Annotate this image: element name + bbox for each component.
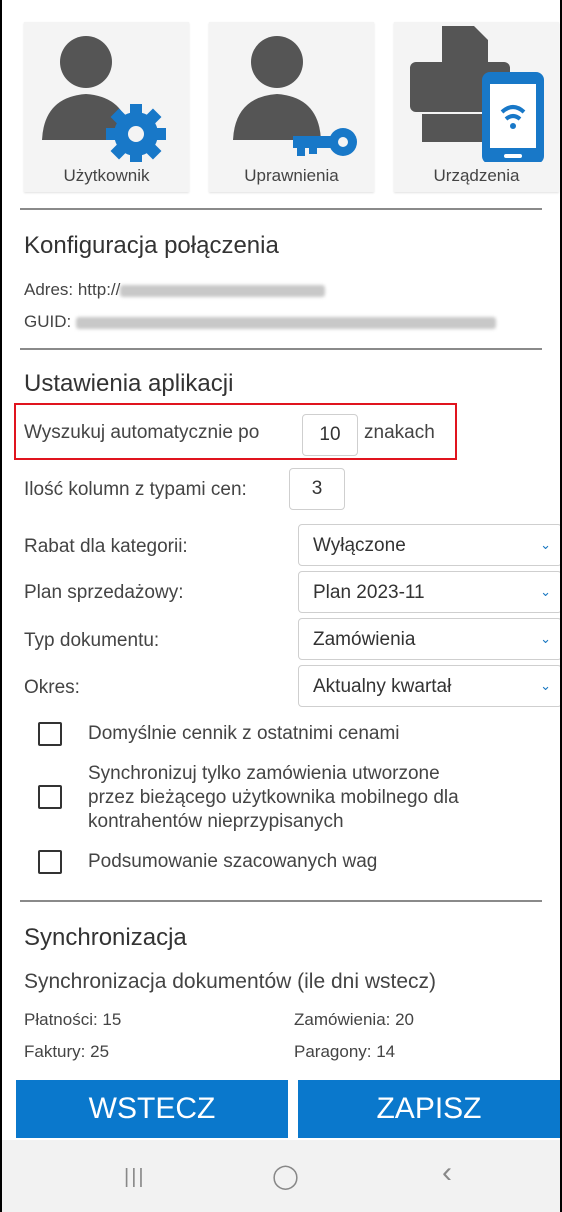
document-type-label: Typ dokumentu: [24, 630, 160, 651]
sync-own-orders-label-line: Synchronizuj tylko zamówienia utworzone [88, 763, 440, 784]
recent-apps-icon[interactable]: ||| [124, 1166, 146, 1189]
sync-title: Synchronizacja [24, 924, 187, 951]
default-pricelist-checkbox[interactable] [38, 722, 62, 746]
sync-subtitle: Synchronizacja dokumentów (ile dni wstec… [24, 970, 437, 993]
divider [20, 348, 542, 350]
user-gear-icon [42, 36, 166, 162]
chevron-down-icon: ⌄ [540, 537, 551, 552]
guid-label: GUID: [24, 312, 76, 331]
discount-label: Rabat dla kategorii: [24, 536, 188, 557]
sync-own-orders-checkbox[interactable] [38, 785, 62, 809]
tile-devices[interactable]: Urządzenia [394, 22, 559, 192]
sync-receipts: Paragony: 14 [294, 1042, 396, 1061]
divider [20, 900, 542, 902]
guid-value-redacted [75, 316, 496, 329]
settings-screen: Użytkownik Uprawnienia Urządzenia Konfig… [0, 0, 562, 1212]
chevron-down-icon: ⌄ [540, 631, 551, 646]
system-nav-bar: ||| ◯ ‹ [2, 1140, 560, 1212]
home-icon[interactable]: ◯ [272, 1162, 299, 1191]
tiles-row: Użytkownik Uprawnienia Urządzenia [24, 22, 559, 192]
sync-own-orders-label: Synchronizuj tylko zamówienia utworzone … [88, 762, 459, 834]
address-row: Adres: http:// [24, 280, 326, 300]
sync-payments: Płatności: 15 [24, 1010, 122, 1029]
nav-back-icon[interactable]: ‹ [442, 1156, 452, 1190]
chevron-down-icon: ⌄ [540, 678, 551, 693]
tile-user[interactable]: Użytkownik [24, 22, 189, 192]
price-columns-label: Ilość kolumn z typami cen: [24, 479, 247, 500]
weights-summary-checkbox[interactable] [38, 850, 62, 874]
period-select[interactable]: Aktualny kwartał ⌄ [298, 665, 560, 707]
sales-plan-select-value: Plan 2023-11 [313, 582, 425, 603]
sync-invoices: Faktury: 25 [24, 1042, 110, 1061]
tile-permissions-label: Uprawnienia [244, 166, 339, 185]
connection-title: Konfiguracja połączenia [24, 232, 279, 259]
weights-summary-label: Podsumowanie szacowanych wag [88, 851, 378, 872]
user-key-icon [233, 36, 357, 156]
divider [20, 208, 542, 210]
address-label: Adres: http:// [24, 280, 121, 299]
period-select-value: Aktualny kwartał [313, 676, 452, 697]
auto-search-label: Wyszukuj automatycznie po [24, 422, 260, 443]
app-settings-title: Ustawienia aplikacji [24, 370, 234, 397]
tile-permissions[interactable]: Uprawnienia [209, 22, 374, 192]
auto-search-suffix: znakach [364, 422, 435, 443]
save-button[interactable]: ZAPISZ [298, 1080, 560, 1138]
auto-search-input[interactable]: 10 [302, 414, 358, 456]
sync-own-orders-label-line: kontrahentów nieprzypisanych [88, 811, 344, 832]
back-button[interactable]: WSTECZ [16, 1080, 288, 1138]
default-pricelist-label: Domyślnie cennik z ostatnimi cenami [88, 723, 400, 744]
sync-orders: Zamówienia: 20 [294, 1010, 415, 1029]
sync-own-orders-label-line: przez bieżącego użytkownika mobilnego dl… [88, 787, 459, 808]
discount-select[interactable]: Wyłączone ⌄ [298, 524, 560, 566]
sales-plan-select[interactable]: Plan 2023-11 ⌄ [298, 571, 560, 613]
guid-row: GUID: [24, 312, 496, 332]
document-type-select-value: Zamówienia [313, 629, 416, 650]
document-type-select[interactable]: Zamówienia ⌄ [298, 618, 560, 660]
address-value-redacted [120, 284, 326, 297]
price-columns-input[interactable]: 3 [289, 468, 345, 510]
sales-plan-label: Plan sprzedażowy: [24, 582, 184, 603]
tile-user-label: Użytkownik [63, 166, 150, 185]
discount-select-value: Wyłączone [313, 535, 406, 556]
period-label: Okres: [24, 677, 80, 698]
tile-devices-label: Urządzenia [433, 166, 520, 185]
chevron-down-icon: ⌄ [540, 584, 551, 599]
devices-icon [410, 26, 544, 162]
